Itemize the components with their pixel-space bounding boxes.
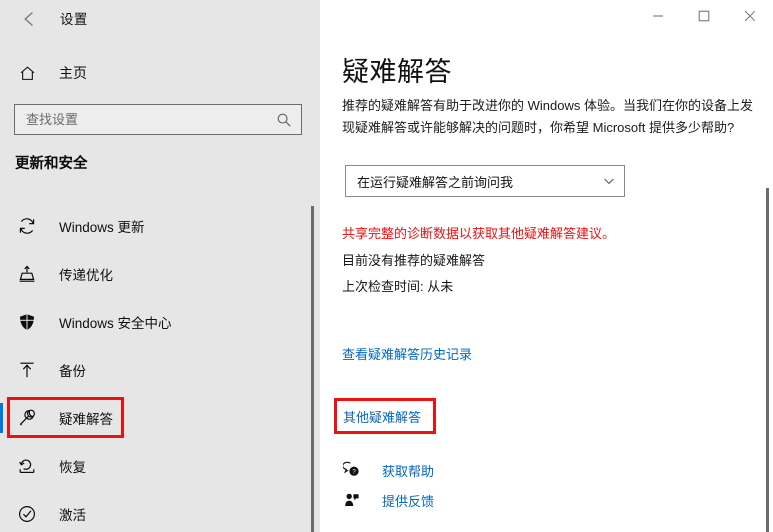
link-troubleshoot-history[interactable]: 查看疑难解答历史记录 [342,344,472,363]
wrench-icon [16,407,38,429]
delivery-optimization-icon [16,263,38,285]
sidebar-item-label: 恢复 [59,460,86,475]
settings-window: 设置 主页 更新和安全 [0,0,773,532]
recommended-troubleshooting-dropdown[interactable]: 在运行疑难解答之前询问我 [345,165,625,197]
status-last-check: 上次检查时间: 从未 [342,279,454,294]
sidebar-item-label: Windows 安全中心 [59,316,172,331]
diagnostic-warning-text: 共享完整的诊断数据以获取其他疑难解答建议。 [342,226,616,241]
get-help-icon: ? [342,460,362,480]
sidebar-item-activation[interactable]: 激活 [0,490,320,532]
sidebar-item-label: 激活 [59,508,86,523]
sidebar-item-label: 疑难解答 [59,412,113,427]
chevron-down-icon [594,174,624,188]
search-input[interactable] [15,105,271,134]
status-no-recommended: 目前没有推荐的疑难解答 [342,253,486,268]
get-help-label[interactable]: 获取帮助 [382,461,434,480]
sidebar-item-recovery[interactable]: 恢复 [0,442,320,490]
window-controls [635,0,773,32]
sidebar: 设置 主页 更新和安全 [0,0,320,532]
highlight-box-other-troubleshooters: 其他疑难解答 [334,398,436,434]
dropdown-selected-value: 在运行疑难解答之前询问我 [357,174,514,190]
minimize-button[interactable] [635,0,681,32]
svg-text:?: ? [352,469,356,476]
back-arrow-icon[interactable] [18,7,42,31]
sidebar-item-windows-security[interactable]: Windows 安全中心 [0,298,320,346]
sidebar-scrollbar[interactable] [311,206,314,532]
search-box[interactable] [14,104,302,135]
page-description: 推荐的疑难解答有助于改进你的 Windows 体验。当我们在你的设备上发现疑难解… [342,98,753,135]
sidebar-item-label: 传递优化 [59,268,113,283]
sidebar-item-label: 备份 [59,364,86,379]
recovery-icon [16,455,38,477]
page-title: 疑难解答 [342,57,452,87]
sidebar-nav-list: Windows 更新 传递优化 Windows 安全中心 备份 疑难解答 恢复 … [0,202,320,532]
sync-icon [16,215,38,237]
content-scrollbar-thumb[interactable] [766,188,769,532]
home-icon [17,63,37,83]
sidebar-item-troubleshoot[interactable]: 疑难解答 [0,394,320,442]
feedback-row[interactable]: 提供反馈 [342,488,434,512]
selection-accent-bar [0,403,3,433]
search-icon[interactable] [271,105,297,134]
sidebar-item-windows-update[interactable]: Windows 更新 [0,202,320,250]
feedback-label[interactable]: 提供反馈 [382,491,434,510]
sidebar-item-home[interactable]: 主页 [0,56,300,90]
shield-icon [16,311,38,333]
sidebar-item-backup[interactable]: 备份 [0,346,320,394]
close-button[interactable] [727,0,773,32]
sidebar-item-label: Windows 更新 [59,220,145,235]
check-circle-icon [16,503,38,525]
link-other-troubleshooters[interactable]: 其他疑难解答 [343,407,421,426]
sidebar-item-home-label: 主页 [59,65,87,81]
backup-upload-icon [16,359,38,381]
get-help-row[interactable]: ? 获取帮助 [342,458,434,482]
sidebar-item-delivery-optimization[interactable]: 传递优化 [0,250,320,298]
sidebar-section-header: 更新和安全 [15,156,88,172]
maximize-button[interactable] [681,0,727,32]
sidebar-titlebar: 设置 [0,0,320,36]
app-title: 设置 [60,12,88,27]
main-content: 疑难解答 推荐的疑难解答有助于改进你的 Windows 体验。当我们在你的设备上… [320,0,773,532]
feedback-icon [342,490,362,510]
